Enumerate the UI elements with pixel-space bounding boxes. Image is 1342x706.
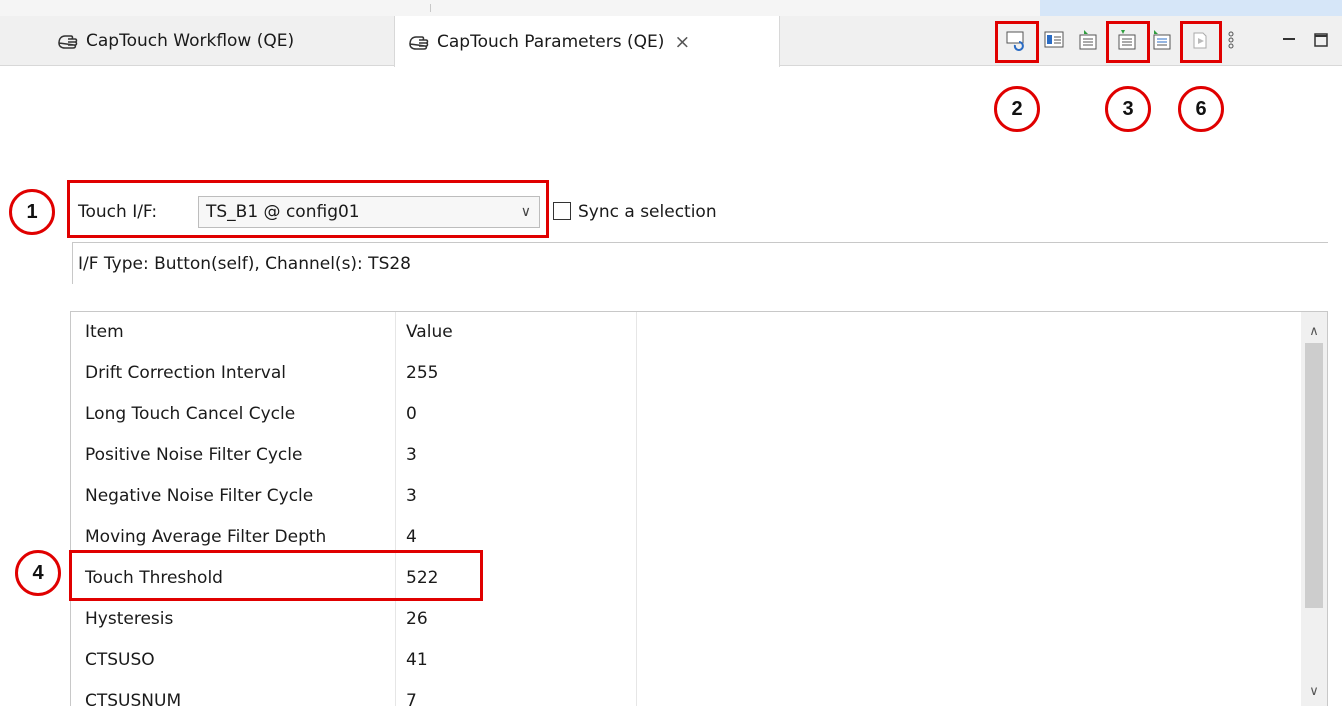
cell-item: Drift Correction Interval [71, 353, 396, 394]
parameters-table: Item Value Drift Correction Interval 255… [70, 311, 1328, 706]
tab-label: CapTouch Workflow (QE) [86, 31, 295, 51]
cell-value[interactable]: 41 [396, 640, 637, 681]
callout-number-1: 1 [9, 189, 55, 235]
cell-item: Hysteresis [71, 599, 396, 640]
divider [72, 242, 73, 284]
callout-number-2: 2 [994, 86, 1040, 132]
top-strip-highlight [1040, 0, 1342, 16]
table-row[interactable]: Positive Noise Filter Cycle 3 [71, 435, 1303, 476]
callout-box-3 [1106, 21, 1150, 63]
if-type-info: I/F Type: Button(self), Channel(s): TS28 [78, 254, 411, 274]
close-icon[interactable]: × [674, 31, 690, 53]
table-row[interactable]: CTSUSO 41 [71, 640, 1303, 681]
table-row[interactable]: Long Touch Cancel Cycle 0 [71, 394, 1303, 435]
view-details-icon[interactable] [1041, 25, 1067, 55]
scroll-down-icon[interactable]: ∨ [1301, 684, 1327, 699]
table-row[interactable]: Hysteresis 26 [71, 599, 1303, 640]
top-strip [0, 0, 1342, 16]
sync-selection-label: Sync a selection [578, 202, 717, 222]
top-strip-tick [430, 4, 431, 12]
tab-captouch-parameters[interactable]: CapTouch Parameters (QE) × [394, 16, 780, 67]
table-header-row: Item Value [71, 312, 1303, 353]
table-row[interactable]: Negative Noise Filter Cycle 3 [71, 476, 1303, 517]
callout-number-3: 3 [1105, 86, 1151, 132]
touch-hand-icon [407, 30, 431, 54]
callout-box-4 [69, 550, 483, 601]
cell-value[interactable]: 3 [396, 476, 637, 517]
callout-number-4: 4 [15, 550, 61, 596]
tab-captouch-workflow[interactable]: CapTouch Workflow (QE) [56, 16, 294, 66]
cell-item: Positive Noise Filter Cycle [71, 435, 396, 476]
callout-box-1 [67, 180, 549, 238]
scroll-thumb[interactable] [1305, 343, 1323, 608]
scroll-up-icon[interactable]: ∧ [1301, 324, 1327, 339]
cell-value[interactable]: 0 [396, 394, 637, 435]
cell-value[interactable]: 3 [396, 435, 637, 476]
cell-value[interactable]: 255 [396, 353, 637, 394]
sync-selection-checkbox[interactable] [553, 202, 571, 220]
cell-value[interactable]: 7 [396, 681, 637, 706]
table-row[interactable]: Drift Correction Interval 255 [71, 353, 1303, 394]
touch-hand-icon [56, 29, 80, 53]
callout-number-6: 6 [1178, 86, 1224, 132]
column-header-item[interactable]: Item [71, 312, 396, 353]
vertical-scrollbar[interactable]: ∧ ∨ [1301, 312, 1327, 706]
maximize-icon[interactable] [1308, 25, 1334, 55]
callout-box-2 [995, 21, 1039, 63]
column-header-value[interactable]: Value [396, 312, 637, 353]
minimize-icon[interactable] [1276, 25, 1302, 55]
cell-value[interactable]: 26 [396, 599, 637, 640]
cell-item: Long Touch Cancel Cycle [71, 394, 396, 435]
cell-item: CTSUSO [71, 640, 396, 681]
cell-item: Negative Noise Filter Cycle [71, 476, 396, 517]
cell-item: CTSUSNUM [71, 681, 396, 706]
table-row[interactable]: CTSUSNUM 7 [71, 681, 1303, 706]
tab-label: CapTouch Parameters (QE) [437, 31, 665, 52]
divider [72, 242, 1328, 243]
compare-params-icon[interactable] [1149, 25, 1175, 55]
callout-box-6 [1180, 21, 1222, 63]
export-params-icon[interactable] [1075, 25, 1101, 55]
